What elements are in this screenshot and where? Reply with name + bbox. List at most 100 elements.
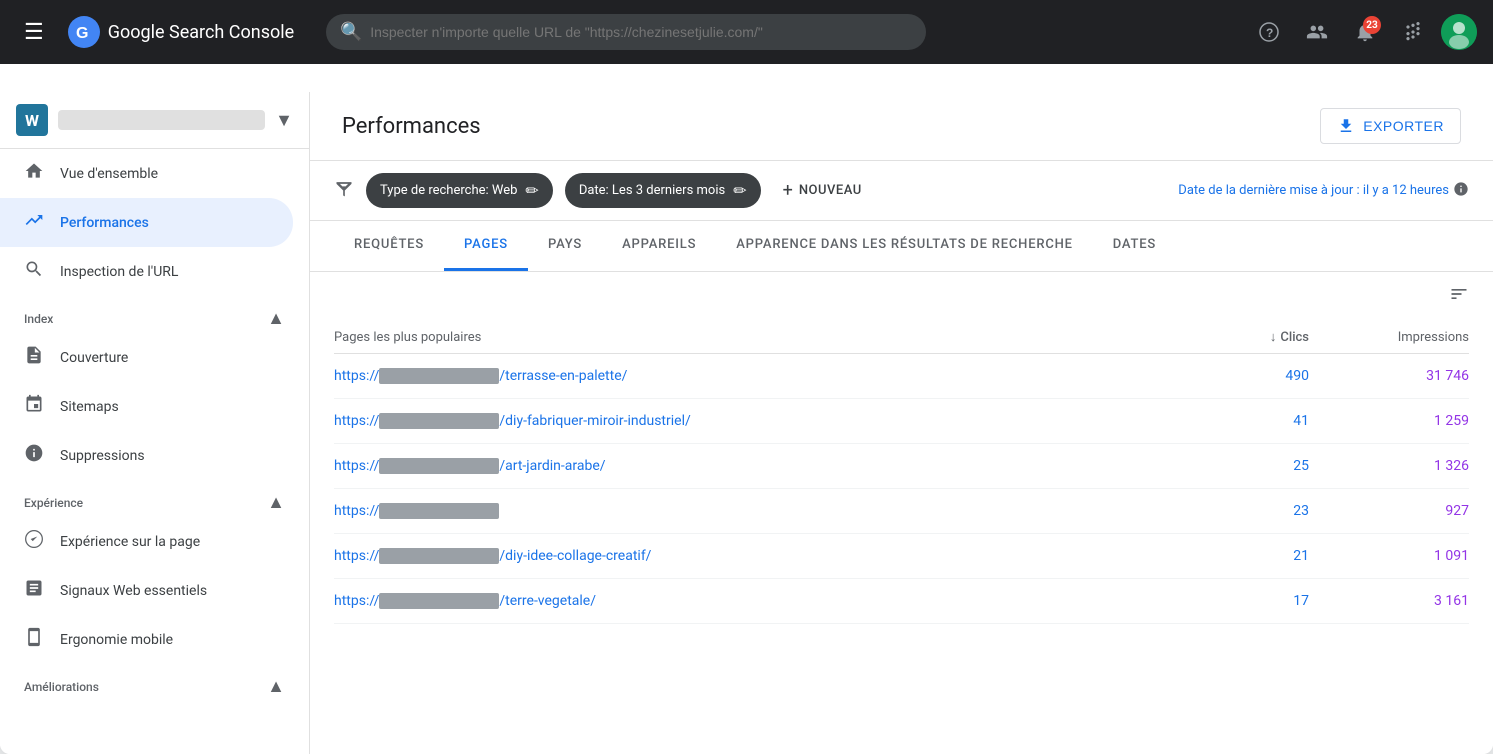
col-page-header: Pages les plus populaires [334,330,1189,345]
table-cell-page: https:///art-jardin-arabe/ [334,458,1189,474]
redacted-domain [379,593,499,609]
page-title: Performances [342,114,481,139]
date-edit-icon: ✏ [733,181,746,200]
sidebar-item-overview[interactable]: Vue d'ensemble [0,149,293,198]
sort-down-arrow: ↓ [1270,329,1277,345]
tab-apparence[interactable]: APPARENCE DANS LES RÉSULTATS DE RECHERCH… [716,221,1093,271]
date-info-help-icon[interactable] [1453,181,1469,201]
notifications-button[interactable]: 23 [1345,12,1385,52]
sidebar-section-ameliorations-label: Améliorations [24,680,99,694]
add-filter-button[interactable]: + NOUVEAU [773,174,872,207]
sidebar-item-url-inspection-label: Inspection de l'URL [60,264,178,280]
filter-icon[interactable] [334,178,354,203]
sidebar-item-suppressions-label: Suppressions [60,448,145,464]
table-cell-impressions: 31 746 [1309,368,1469,384]
table-cell-impressions: 1 091 [1309,548,1469,564]
tab-dates[interactable]: DATES [1093,221,1176,271]
table-cell-clics: 21 [1189,548,1309,564]
redacted-domain [379,548,499,564]
sidebar-item-page-experience[interactable]: Expérience sur la page [0,517,293,566]
experience-section-collapse-icon[interactable]: ▲ [267,492,285,513]
main-layout: W ▼ Vue d'ensemble Performances [0,92,1493,754]
redacted-domain [379,368,499,384]
table-filter-sort-icon[interactable] [1449,284,1469,309]
col-clics-header[interactable]: ↓ Clics [1189,329,1309,345]
ameliorations-section-collapse-icon[interactable]: ▲ [267,676,285,697]
sidebar-item-performances-label: Performances [60,215,149,231]
notification-count: 23 [1363,16,1381,34]
sidebar-item-overview-label: Vue d'ensemble [60,166,158,182]
svg-text:G: G [76,25,88,42]
table-cell-impressions: 3 161 [1309,593,1469,609]
sidebar-section-index-label: Index [24,312,53,326]
menu-icon[interactable]: ☰ [16,12,52,53]
table-row: https:///terre-vegetale/ 17 3 161 [334,579,1469,624]
svg-text:?: ? [1266,26,1273,40]
pages-populaires-label: Pages les plus populaires [334,330,481,345]
users-icon[interactable] [1297,12,1337,52]
search-input[interactable] [326,14,926,50]
add-filter-label: NOUVEAU [799,183,862,198]
sidebar-item-performances[interactable]: Performances [0,198,293,247]
table-cell-clics: 17 [1189,593,1309,609]
app-logo: G Google Search Console [68,16,294,48]
index-section-collapse-icon[interactable]: ▲ [267,308,285,329]
apps-grid-button[interactable] [1393,12,1433,52]
redacted-domain [379,503,499,519]
table-cell-page: https:// [334,503,1189,519]
tab-appareils[interactable]: APPAREILS [602,221,716,271]
tab-pages[interactable]: PAGES [444,221,528,271]
user-avatar[interactable] [1441,14,1477,50]
sidebar-section-index[interactable]: Index ▲ [0,296,309,333]
sidebar-item-sitemaps-label: Sitemaps [60,399,119,415]
sidebar-item-web-vitals[interactable]: Signaux Web essentiels [0,566,293,615]
date-info-text: Date de la dernière mise à jour : il y a… [1178,183,1449,198]
table-cell-impressions: 1 259 [1309,413,1469,429]
app-logo-text: Google Search Console [108,22,294,43]
table-cell-impressions: 927 [1309,503,1469,519]
sidebar-item-mobile[interactable]: Ergonomie mobile [0,615,293,664]
wordpress-icon: W [16,104,48,136]
filters-row: Type de recherche: Web ✏ Date: Les 3 der… [310,161,1493,221]
sidebar-section-experience[interactable]: Expérience ▲ [0,480,309,517]
sidebar-item-suppressions[interactable]: Suppressions [0,431,293,480]
date-chip[interactable]: Date: Les 3 derniers mois ✏ [565,173,761,208]
table-cell-page: https:///terre-vegetale/ [334,593,1189,609]
table-cell-clics: 25 [1189,458,1309,474]
sidebar-item-mobile-label: Ergonomie mobile [60,632,173,648]
table-cell-page: https:///terrasse-en-palette/ [334,368,1189,384]
tab-pays[interactable]: PAYS [528,221,602,271]
home-icon [24,161,44,186]
table-row: https:///diy-idee-collage-creatif/ 21 1 … [334,534,1469,579]
tabs-container: REQUÊTES PAGES PAYS APPAREILS APPARENCE … [310,221,1493,272]
search-icon: 🔍 [340,22,362,43]
property-dropdown-icon[interactable]: ▼ [275,110,293,131]
export-label: EXPORTER [1363,118,1444,134]
topbar-actions: ? 23 [1249,12,1477,52]
sitemaps-icon [24,394,44,419]
main-header: Performances EXPORTER [310,92,1493,161]
table-row: https:///diy-fabriquer-miroir-industriel… [334,399,1469,444]
table-row: https:///terrasse-en-palette/ 490 31 746 [334,354,1469,399]
date-info: Date de la dernière mise à jour : il y a… [1178,181,1469,201]
date-chip-label: Date: Les 3 derniers mois [579,183,725,198]
sidebar-item-url-inspection[interactable]: Inspection de l'URL [0,247,293,296]
trending-up-icon [24,210,44,235]
sidebar-item-sitemaps[interactable]: Sitemaps [0,382,293,431]
sidebar-item-couverture[interactable]: Couverture [0,333,293,382]
search-type-chip[interactable]: Type de recherche: Web ✏ [366,173,553,208]
property-name-redacted [58,110,265,130]
sidebar-section-ameliorations[interactable]: Améliorations ▲ [0,664,309,701]
help-button[interactable]: ? [1249,12,1289,52]
main-content: Performances EXPORTER Type de recherche:… [310,92,1493,754]
sidebar-item-web-vitals-label: Signaux Web essentiels [60,583,207,599]
table-cell-clics: 23 [1189,503,1309,519]
export-button[interactable]: EXPORTER [1320,108,1461,144]
search-nav-icon [24,259,44,284]
google-logo-icon: G [68,16,100,48]
property-selector[interactable]: W ▼ [0,92,309,149]
tab-requetes[interactable]: REQUÊTES [334,221,444,271]
redacted-domain [379,413,499,429]
table-header: Pages les plus populaires ↓ Clics Impres… [334,321,1469,354]
search-type-chip-label: Type de recherche: Web [380,183,517,198]
